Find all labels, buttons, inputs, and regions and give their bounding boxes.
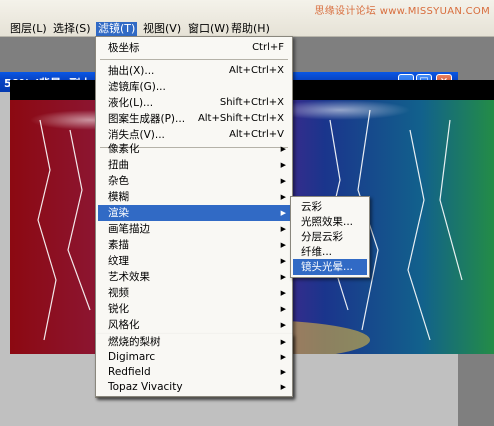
watermark: 思缘设计论坛 www.MISSYUAN.COM [314, 6, 490, 17]
menu-item-sketch[interactable]: 素描 ▶ [98, 237, 290, 253]
menu-item-video[interactable]: 视频 ▶ [98, 285, 290, 301]
menu-select[interactable]: 选择(S) [51, 22, 93, 36]
menu-item-stylize[interactable]: 风格化 ▶ [98, 317, 290, 333]
submenu-arrow-icon: ▶ [280, 257, 286, 265]
menu-bar: 思缘设计论坛 www.MISSYUAN.COM 图层(L) 选择(S) 滤镜(T… [0, 0, 494, 37]
submenu-arrow-icon: ▶ [280, 353, 286, 361]
submenu-arrow-icon: ▶ [280, 241, 286, 249]
menu-filter[interactable]: 滤镜(T) [96, 22, 138, 36]
menu-item-sharpen[interactable]: 锐化 ▶ [98, 301, 290, 317]
submenu-arrow-icon: ▶ [280, 383, 286, 391]
menu-item-liquify[interactable]: 液化(L)... Shift+Ctrl+X [98, 95, 290, 111]
menu-item-distort[interactable]: 扭曲 ▶ [98, 157, 290, 173]
menu-view[interactable]: 视图(V) [141, 22, 183, 36]
menu-item-pattern-maker[interactable]: 图案生成器(P)... Alt+Shift+Ctrl+X [98, 111, 290, 127]
menu-item-redfield[interactable]: Redfield ▶ [98, 364, 290, 380]
filter-menu-plugins: 燃烧的梨树 ▶ Digimarc ▶ Redfield ▶ Topaz Viva… [95, 334, 293, 397]
menu-item-last-filter[interactable]: 极坐标 Ctrl+F [98, 40, 290, 56]
menu-item-lighting-effects[interactable]: 光照效果... [293, 214, 367, 230]
submenu-arrow-icon: ▶ [280, 305, 286, 313]
menu-item-lens-flare[interactable]: 镜头光晕... [293, 259, 367, 275]
menu-item-burning-pear[interactable]: 燃烧的梨树 ▶ [98, 334, 290, 350]
submenu-arrow-icon: ▶ [280, 321, 286, 329]
submenu-arrow-icon: ▶ [280, 145, 286, 153]
menu-layer[interactable]: 图层(L) [8, 22, 49, 36]
menu-separator [100, 59, 288, 60]
menu-item-filter-gallery[interactable]: 滤镜库(G)... [98, 79, 290, 95]
menu-item-pixelate[interactable]: 像素化 ▶ [98, 141, 290, 157]
submenu-arrow-icon: ▶ [280, 161, 286, 169]
submenu-arrow-icon: ▶ [280, 225, 286, 233]
submenu-arrow-icon: ▶ [280, 273, 286, 281]
menu-item-topaz-vivacity[interactable]: Topaz Vivacity ▶ [98, 379, 290, 395]
menu-item-extract[interactable]: 抽出(X)... Alt+Ctrl+X [98, 63, 290, 79]
menu-item-fibers[interactable]: 纤维... [293, 244, 367, 260]
menu-item-texture[interactable]: 纹理 ▶ [98, 253, 290, 269]
submenu-arrow-icon: ▶ [280, 193, 286, 201]
menu-item-blur[interactable]: 模糊 ▶ [98, 189, 290, 205]
menu-item-clouds[interactable]: 云彩 [293, 199, 367, 215]
menu-item-render[interactable]: 渲染 ▶ [98, 205, 290, 221]
submenu-arrow-icon: ▶ [280, 368, 286, 376]
render-submenu: 云彩 光照效果... 分层云彩 纤维... 镜头光晕... [290, 196, 370, 278]
menu-item-noise[interactable]: 杂色 ▶ [98, 173, 290, 189]
menu-item-digimarc[interactable]: Digimarc ▶ [98, 349, 290, 365]
menu-window[interactable]: 窗口(W) [186, 22, 231, 36]
submenu-arrow-icon: ▶ [280, 177, 286, 185]
submenu-arrow-icon: ▶ [280, 338, 286, 346]
menu-help[interactable]: 帮助(H) [229, 22, 272, 36]
menu-item-brush-strokes[interactable]: 画笔描边 ▶ [98, 221, 290, 237]
submenu-arrow-icon: ▶ [280, 209, 286, 217]
menu-item-difference-clouds[interactable]: 分层云彩 [293, 229, 367, 245]
submenu-arrow-icon: ▶ [280, 289, 286, 297]
menu-item-artistic[interactable]: 艺术效果 ▶ [98, 269, 290, 285]
